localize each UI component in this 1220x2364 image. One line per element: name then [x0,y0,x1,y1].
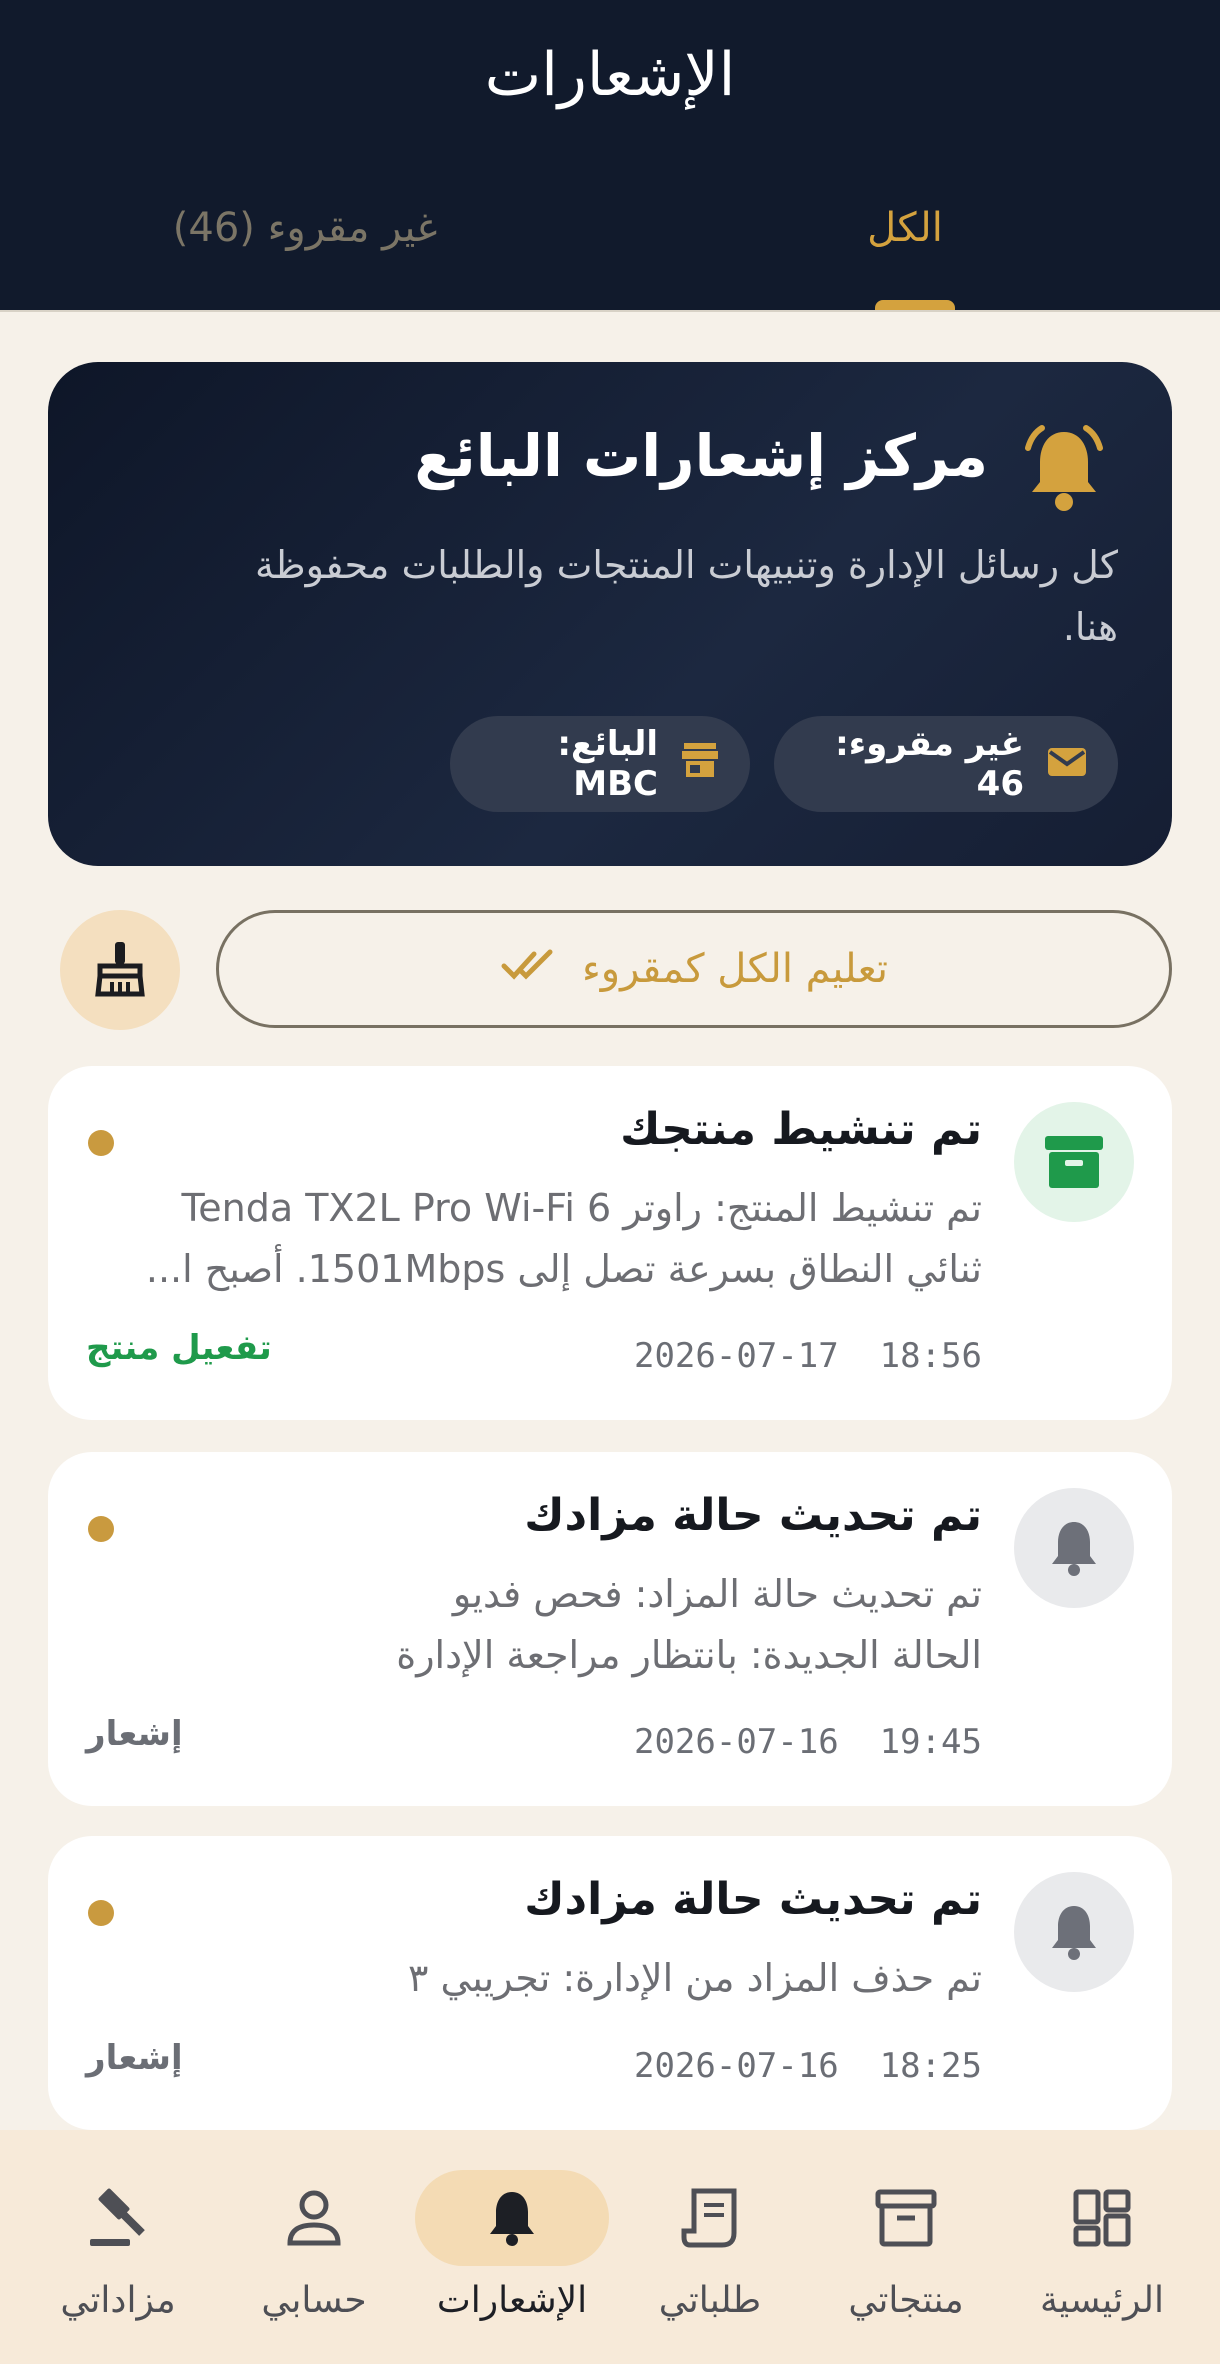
notification-body-line: ثنائي النطاق بسرعة تصل إلى 1501Mbps. أصب… [145,1247,982,1291]
bell-icon [415,2170,609,2266]
notification-body-line: تم تحديث حالة المزاد: فحص فديو [452,1572,982,1616]
notification-time: 18:56 [879,1336,982,1376]
hero-title: مركز إشعارات البائع [414,422,988,490]
notification-title: تم تحديث حالة مزادك [524,1490,982,1541]
notification-body-line: تم حذف المزاد من الإدارة: تجريبي ٣ [408,1956,982,2000]
notification-body: تم تحديث حالة المزاد: فحص فديو الحالة ال… [102,1564,982,1686]
hero-description-line: كل رسائل الإدارة وتنبيهات المنتجات والطل… [255,543,1118,587]
hero-description: كل رسائل الإدارة وتنبيهات المنتجات والطل… [118,534,1118,658]
bottom-navigation: الرئيسية منتجاتي طلباتي الإشعارات حسابي … [0,2130,1220,2364]
notification-body-line: الحالة الجديدة: بانتظار مراجعة الإدارة [396,1633,982,1677]
notification-body-line: تم تنشيط المنتج: راوتر Tenda TX2L Pro Wi… [181,1186,983,1230]
notification-card[interactable]: تم تحديث حالة مزادك تم حذف المزاد من الإ… [48,1836,1172,2130]
nav-label: حسابي [261,2280,367,2321]
seller-name-label: البائع: MBC [557,724,658,804]
nav-label: الإشعارات [436,2280,588,2321]
seller-chip: البائع: MBC [450,716,750,812]
page-title: الإشعارات [484,40,736,110]
unread-dot [88,1130,114,1156]
notification-date: 2026-07-17 [633,1336,839,1376]
active-tab-indicator [875,300,955,310]
bell-icon [1014,1872,1134,1992]
nav-label: مزاداتي [60,2280,176,2321]
notification-tag: إشعار [86,1714,183,1754]
archive-icon [809,2170,1003,2266]
nav-item-orders[interactable]: طلباتي [610,2170,810,2340]
notification-date: 2026-07-16 [633,2046,839,2086]
bell-icon [1014,1488,1134,1608]
nav-item-home[interactable]: الرئيسية [1002,2170,1202,2340]
notification-date: 2026-07-16 [633,1722,839,1762]
notification-card[interactable]: تم تنشيط منتجك تم تنشيط المنتج: راوتر Te… [48,1066,1172,1420]
notification-body: تم تنشيط المنتج: راوتر Tenda TX2L Pro Wi… [102,1178,982,1300]
gavel-icon [21,2170,215,2266]
double-check-icon [500,946,556,992]
unread-count-label: غير مقروء: 46 [835,724,1024,804]
notification-title: تم تحديث حالة مزادك [524,1874,982,1925]
archive-box-icon [1014,1102,1134,1222]
notification-body: تم حذف المزاد من الإدارة: تجريبي ٣ [102,1948,982,2009]
nav-item-products[interactable]: منتجاتي [806,2170,1006,2340]
nav-label: الرئيسية [1040,2280,1164,2321]
notification-time: 18:25 [879,2046,982,2086]
notification-time: 19:45 [879,1722,982,1762]
tab-all[interactable]: الكل [815,205,995,251]
nav-label: منتجاتي [848,2280,964,2321]
mark-all-read-label: تعليم الكل كمقروء [581,946,889,992]
receipt-icon [613,2170,807,2266]
notification-tag: إشعار [86,2038,183,2078]
notification-timestamp: 2026-07-16 19:45 [634,1722,982,1762]
tab-unread[interactable]: غير مقروء (46) [165,205,445,251]
notification-timestamp: 2026-07-17 18:56 [634,1336,982,1376]
dashboard-icon [1005,2170,1199,2266]
mark-all-read-button[interactable]: تعليم الكل كمقروء [216,910,1172,1028]
nav-item-notifications[interactable]: الإشعارات [412,2170,612,2340]
unread-dot [88,1516,114,1542]
unread-count-chip: غير مقروء: 46 [774,716,1118,812]
notification-card[interactable]: تم تحديث حالة مزادك تم تحديث حالة المزاد… [48,1452,1172,1806]
hero-description-line: هنا. [1062,605,1118,649]
notification-title: تم تنشيط منتجك [620,1104,982,1155]
unread-dot [88,1900,114,1926]
store-icon [680,741,720,788]
nav-item-auctions[interactable]: مزاداتي [18,2170,218,2340]
bell-icon [1014,418,1114,518]
mail-icon [1046,742,1088,787]
nav-item-account[interactable]: حسابي [214,2170,414,2340]
person-icon [217,2170,411,2266]
brush-icon [90,938,150,1002]
seller-notification-center-card: مركز إشعارات البائع كل رسائل الإدارة وتن… [48,362,1172,866]
notification-tag: تفعيل منتج [86,1328,272,1368]
notification-timestamp: 2026-07-16 18:25 [634,2046,982,2086]
nav-label: طلباتي [658,2280,762,2321]
app-header: الإشعارات الكل غير مقروء (46) [0,0,1220,312]
clear-notifications-button[interactable] [60,910,180,1030]
